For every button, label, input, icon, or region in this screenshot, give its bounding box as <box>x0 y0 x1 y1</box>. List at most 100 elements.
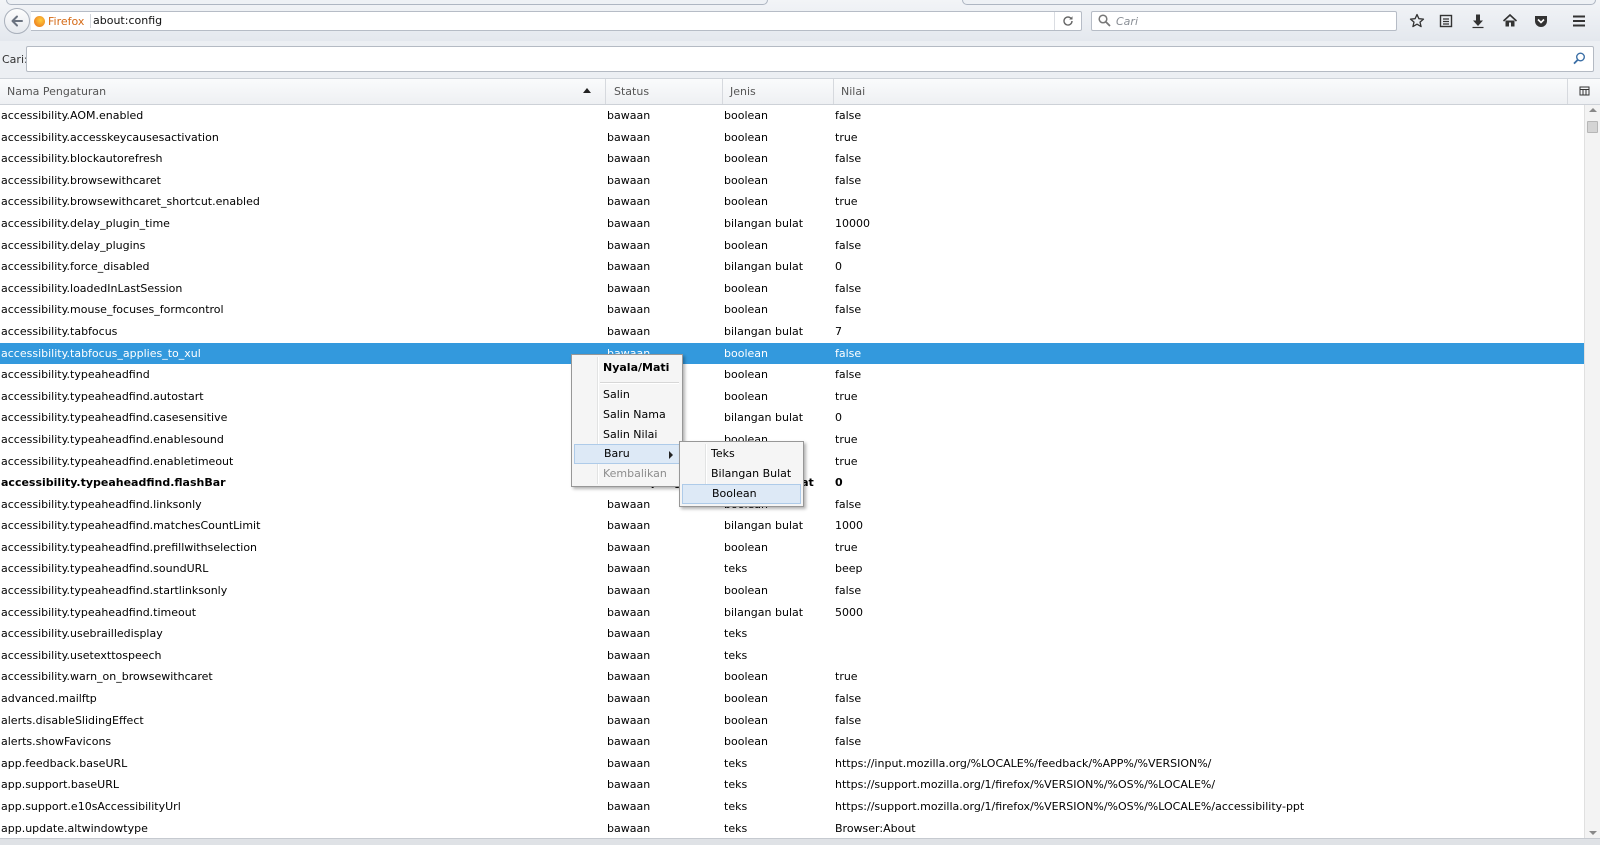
table-row[interactable]: accessibility.delay_plugin_time bawaan bil… <box>0 213 1584 235</box>
table-row[interactable]: app.support.baseURL bawaan teks https://sup… <box>0 774 1584 796</box>
menu-item-copy[interactable]: Salin <box>574 385 680 405</box>
pref-name-cell: alerts.disableSlidingEffect <box>1 713 144 727</box>
download-arrow-icon <box>1472 14 1484 29</box>
pref-status-cell: bawaan <box>607 152 651 166</box>
table-row[interactable]: app.feedback.baseURL bawaan teks https://in… <box>0 753 1584 775</box>
table-row[interactable]: accessibility.typeaheadfind.timeout bawaa… <box>0 602 1584 624</box>
table-row[interactable]: accessibility.blockautorefresh bawaan bool… <box>0 148 1584 170</box>
submenu-item-string[interactable]: Teks <box>682 444 801 464</box>
pocket-button[interactable] <box>1531 11 1551 31</box>
pref-value-cell: beep <box>835 562 863 576</box>
menu-button[interactable] <box>1569 11 1589 31</box>
pref-name-cell: accessibility.usebrailledisplay <box>1 627 163 641</box>
scroll-down-arrow-icon[interactable] <box>1589 831 1597 835</box>
downloads-button[interactable] <box>1468 11 1488 31</box>
pref-type-cell: boolean <box>724 346 768 360</box>
pref-status-cell: bawaan <box>607 109 651 122</box>
pref-value-cell: Browser:About <box>835 821 916 835</box>
pref-name-cell: accessibility.accesskeycausesactivation <box>1 130 219 144</box>
table-row[interactable]: app.support.e10sAccessibilityUrl bawaan te… <box>0 796 1584 818</box>
table-row[interactable]: accessibility.force_disabled bawaan bilang… <box>0 256 1584 278</box>
menu-item-toggle[interactable]: Nyala/Mati <box>574 358 680 378</box>
context-menu: Nyala/Mati Salin Salin Nama Salin Nilai … <box>571 354 683 487</box>
column-header-name[interactable]: Nama Pengaturan <box>0 79 606 104</box>
table-row[interactable]: accessibility.accesskeycausesactivation b… <box>0 127 1584 149</box>
column-header-value[interactable]: Nilai <box>834 79 1568 104</box>
bookmark-star-button[interactable] <box>1407 11 1427 31</box>
table-row[interactable]: accessibility.AOM.enabled bawaan boolean fa… <box>0 105 1584 127</box>
pref-value-cell: 7 <box>835 324 842 338</box>
pref-type-cell: teks <box>724 778 748 792</box>
reload-button[interactable] <box>1054 12 1081 30</box>
pref-name-cell: accessibility.delay_plugin_time <box>1 216 170 230</box>
table-row[interactable]: accessibility.typeaheadfind.prefillwiths… <box>0 537 1584 559</box>
pref-type-cell: boolean <box>724 281 768 295</box>
submenu-arrow-icon <box>669 451 673 459</box>
site-identity[interactable]: Firefox <box>34 14 92 28</box>
table-row[interactable]: accessibility.loadedInLastSession bawaan b… <box>0 278 1584 300</box>
tab-edge-left[interactable] <box>6 0 768 5</box>
search-bar[interactable]: Cari <box>1091 11 1397 31</box>
scroll-up-arrow-icon[interactable] <box>1589 108 1597 112</box>
column-header-type[interactable]: Jenis <box>723 79 834 104</box>
pref-type-cell: teks <box>724 648 748 662</box>
table-row[interactable]: accessibility.typeaheadfind.casesensitiv… <box>0 407 1584 429</box>
pref-value-cell: false <box>835 109 862 122</box>
table-row[interactable]: app.update.altwindowtype bawaan teks Browse… <box>0 818 1584 838</box>
table-row[interactable]: advanced.mailftp bawaan boolean false <box>0 688 1584 710</box>
pref-type-cell: boolean <box>724 389 768 403</box>
pref-name-cell: accessibility.loadedInLastSession <box>1 281 183 295</box>
pref-value-cell: false <box>835 303 862 317</box>
pref-type-cell: bilangan bulat <box>724 324 804 338</box>
pref-status-cell: bawaan <box>607 670 651 684</box>
menu-item-new[interactable]: Baru <box>574 444 680 464</box>
table-row[interactable]: accessibility.typeaheadfind.matchesCount… <box>0 515 1584 537</box>
pref-value-cell: false <box>835 173 862 187</box>
column-headers: Nama Pengaturan Status Jenis Nilai <box>0 79 1600 105</box>
table-row[interactable]: alerts.disableSlidingEffect bawaan boolean… <box>0 710 1584 732</box>
table-row[interactable]: accessibility.browsewithcaret bawaan boole… <box>0 170 1584 192</box>
table-row[interactable]: accessibility.typeaheadfind.soundURL bawa… <box>0 558 1584 580</box>
table-row[interactable]: alerts.showFavicons bawaan boolean false <box>0 731 1584 753</box>
table-row[interactable]: accessibility.typeaheadfindbawaanboolean… <box>0 364 1584 386</box>
submenu-item-integer[interactable]: Bilangan Bulat <box>682 464 801 484</box>
column-header-status[interactable]: Status <box>607 79 723 104</box>
table-row[interactable]: accessibility.usebrailledisplay bawaan tek… <box>0 623 1584 645</box>
back-button[interactable] <box>4 8 30 34</box>
bookmarks-list-icon <box>1439 14 1453 28</box>
pref-name-cell: accessibility.browsewithcaret <box>1 173 161 187</box>
url-bar[interactable]: Firefox about:config <box>31 11 1082 31</box>
tab-edge-right[interactable] <box>962 0 1596 5</box>
pref-status-cell: bawaan <box>607 324 651 338</box>
pref-type-cell: bilangan bulat <box>724 519 804 533</box>
table-row[interactable]: accessibility.delay_plugins bawaan boolean… <box>0 235 1584 257</box>
pref-name-cell: accessibility.typeaheadfind.autostart <box>1 389 204 403</box>
table-row[interactable]: accessibility.typeaheadfind.startlinkson… <box>0 580 1584 602</box>
menu-item-copy-name[interactable]: Salin Nama <box>574 405 680 425</box>
url-text[interactable]: about:config <box>93 14 162 27</box>
bookmarks-menu-button[interactable] <box>1436 11 1456 31</box>
menu-item-copy-value[interactable]: Salin Nilai <box>574 425 680 445</box>
pref-type-cell: teks <box>724 800 748 813</box>
home-button[interactable] <box>1500 11 1520 31</box>
firefox-logo-icon <box>34 15 45 27</box>
table-row[interactable]: accessibility.usetexttospeech bawaan teks <box>0 645 1584 667</box>
vertical-scrollbar[interactable] <box>1584 105 1600 838</box>
table-row[interactable]: accessibility.tabfocus bawaan bilangan bul… <box>0 321 1584 343</box>
column-header-value-label: Nilai <box>841 85 866 98</box>
pref-name-cell: accessibility.browsewithcaret_shortcut.e… <box>1 195 260 209</box>
pref-type-cell: boolean <box>724 670 768 684</box>
scrollbar-thumb[interactable] <box>1587 121 1598 133</box>
table-row[interactable]: accessibility.browsewithcaret_shortcut.e… <box>0 191 1584 213</box>
column-picker-button[interactable] <box>1568 79 1600 104</box>
menu-separator <box>600 382 679 384</box>
table-row[interactable]: accessibility.tabfocus_applies_to_xulbaw… <box>0 342 1584 365</box>
pref-name-cell: accessibility.typeaheadfind.enabletimeou… <box>1 454 234 468</box>
search-placeholder: Cari <box>1116 15 1138 28</box>
table-row[interactable]: accessibility.warn_on_browsewithcaret baw… <box>0 666 1584 688</box>
config-search-input[interactable] <box>26 46 1594 72</box>
pref-status-cell: bawaan <box>607 281 651 295</box>
submenu-item-boolean[interactable]: Boolean <box>682 484 801 504</box>
table-row[interactable]: accessibility.mouse_focuses_formcontrol b… <box>0 299 1584 321</box>
table-row[interactable]: accessibility.typeaheadfind.autostartbaw… <box>0 386 1584 408</box>
